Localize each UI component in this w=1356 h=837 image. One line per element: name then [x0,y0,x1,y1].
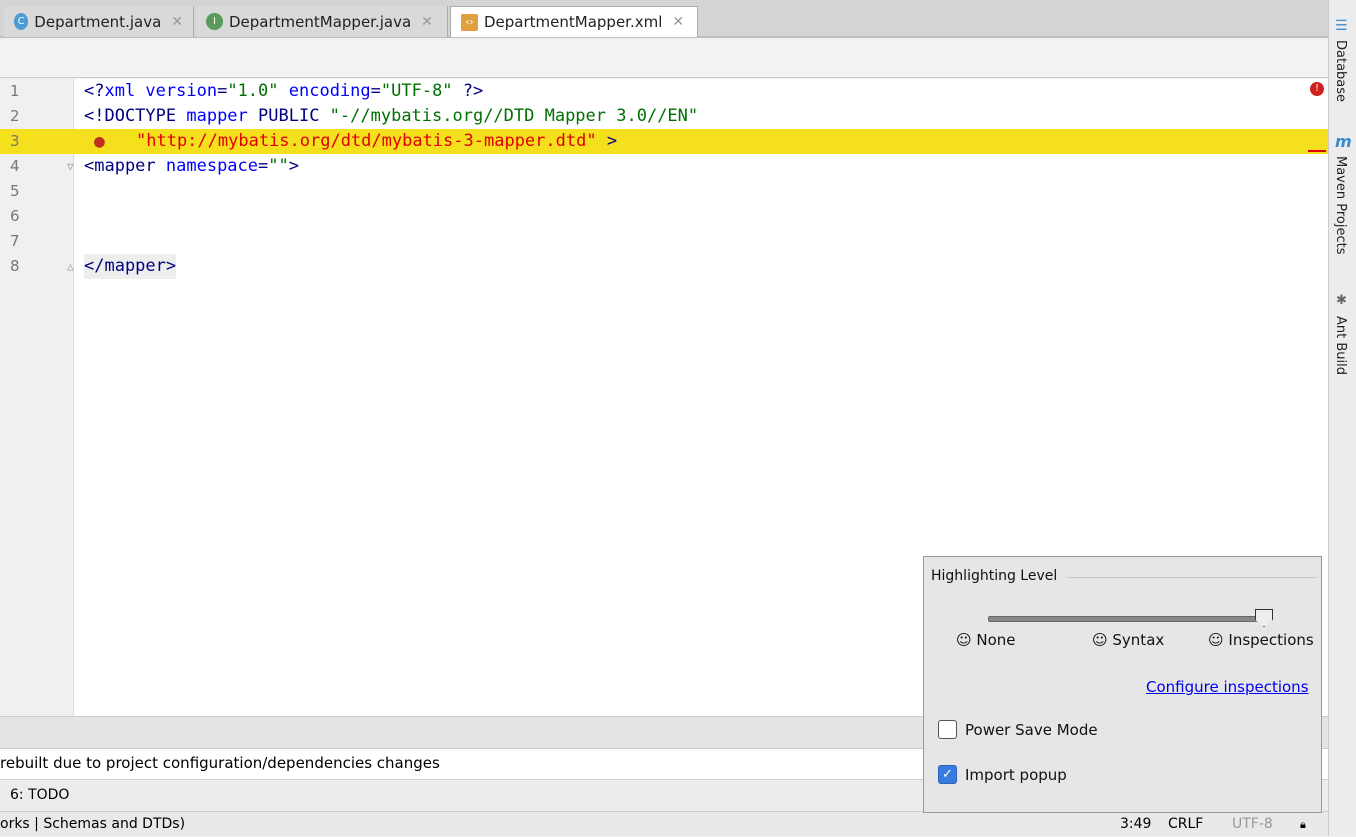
ant-build-tool-button[interactable]: Ant Build [1333,316,1348,375]
maven-icon: m [1335,132,1352,151]
configure-inspections-link[interactable]: Configure inspections [1146,678,1309,696]
code-line: 5 [10,182,20,200]
file-encoding[interactable]: UTF-8 [1232,812,1273,837]
tab-departmentmapper-xml[interactable]: ‹› DepartmentMapper.xml ✕ [450,6,698,37]
import-popup-label: Import popup [965,766,1067,784]
power-save-checkbox[interactable] [938,720,957,739]
ant-icon: ✱ [1336,293,1347,308]
database-icon: ☰ [1335,18,1348,34]
code-line: 4 ▽ <mapper namespace=""> [0,154,1328,179]
code-line: 7 [10,232,20,250]
code-line: 2 <!DOCTYPE mapper PUBLIC "-//mybatis.org… [10,106,699,126]
slider-thumb[interactable] [1255,609,1273,627]
tab-label: DepartmentMapper.java [229,12,412,31]
lightbulb-icon[interactable]: ● [94,129,105,154]
level-inspections[interactable]: ☺ Inspections [1208,631,1314,649]
tab-department-java[interactable]: C Department.java ✕ [4,6,194,37]
code-line: 1 <?xml version="1.0" encoding="UTF-8" ?>… [0,79,1328,104]
popup-title: Highlighting Level [931,568,1058,584]
database-tool-button[interactable]: Database [1333,40,1348,102]
code-line-highlighted: 3 ● "http://mybatis.org/dtd/mybatis-3-mapp… [0,129,1328,154]
close-icon[interactable]: ✕ [672,14,684,30]
tab-departmentmapper-java[interactable]: I DepartmentMapper.java ✕ [196,6,448,37]
xml-file-icon: ‹› [461,13,478,31]
inspector-icon: ☺ [1092,631,1113,649]
highlighting-slider[interactable] [988,616,1268,622]
todo-tool-button[interactable]: 6: TODO [0,787,69,803]
right-tool-strip: ☰ Database m Maven Projects ✱ Ant Build [1328,0,1356,836]
error-stripe-marker[interactable] [1308,150,1326,152]
level-none[interactable]: ☺ None [956,631,1016,649]
lock-icon[interactable]: 🔒︎ [1300,812,1306,837]
breadcrumb-bar [0,40,1328,78]
status-bar: orks | Schemas and DTDs) 3:49 CRLF UTF-8… [0,811,1328,836]
inspector-icon: ☺ [1208,631,1229,649]
class-icon: C [14,13,29,30]
fold-icon[interactable]: ▽ [67,154,74,179]
status-text: orks | Schemas and DTDs) [0,816,186,832]
editor-tabs: C Department.java ✕ I DepartmentMapper.java… [0,0,1328,38]
highlighting-level-popup: Highlighting Level ☺ None ☺ Syntax ☺ Ins… [923,556,1322,813]
caret-position[interactable]: 3:49 [1120,812,1151,837]
interface-icon: I [206,13,223,30]
code-line: 6 [10,207,20,225]
level-syntax[interactable]: ☺ Syntax [1092,631,1164,649]
line-separator[interactable]: CRLF [1168,812,1203,837]
power-save-label: Power Save Mode [965,721,1098,739]
code-line: 8 △ </mapper> [0,254,1328,279]
tab-label: DepartmentMapper.xml [484,13,663,31]
divider [1067,577,1317,578]
error-icon[interactable]: ! [1310,82,1324,96]
import-popup-checkbox[interactable]: ✓ [938,765,957,784]
close-icon[interactable]: ✕ [421,14,433,30]
maven-projects-tool-button[interactable]: Maven Projects [1333,156,1348,255]
fold-icon[interactable]: △ [67,254,74,279]
inspector-icon: ☺ [956,631,977,649]
tab-label: Department.java [34,12,162,31]
close-icon[interactable]: ✕ [171,14,183,30]
